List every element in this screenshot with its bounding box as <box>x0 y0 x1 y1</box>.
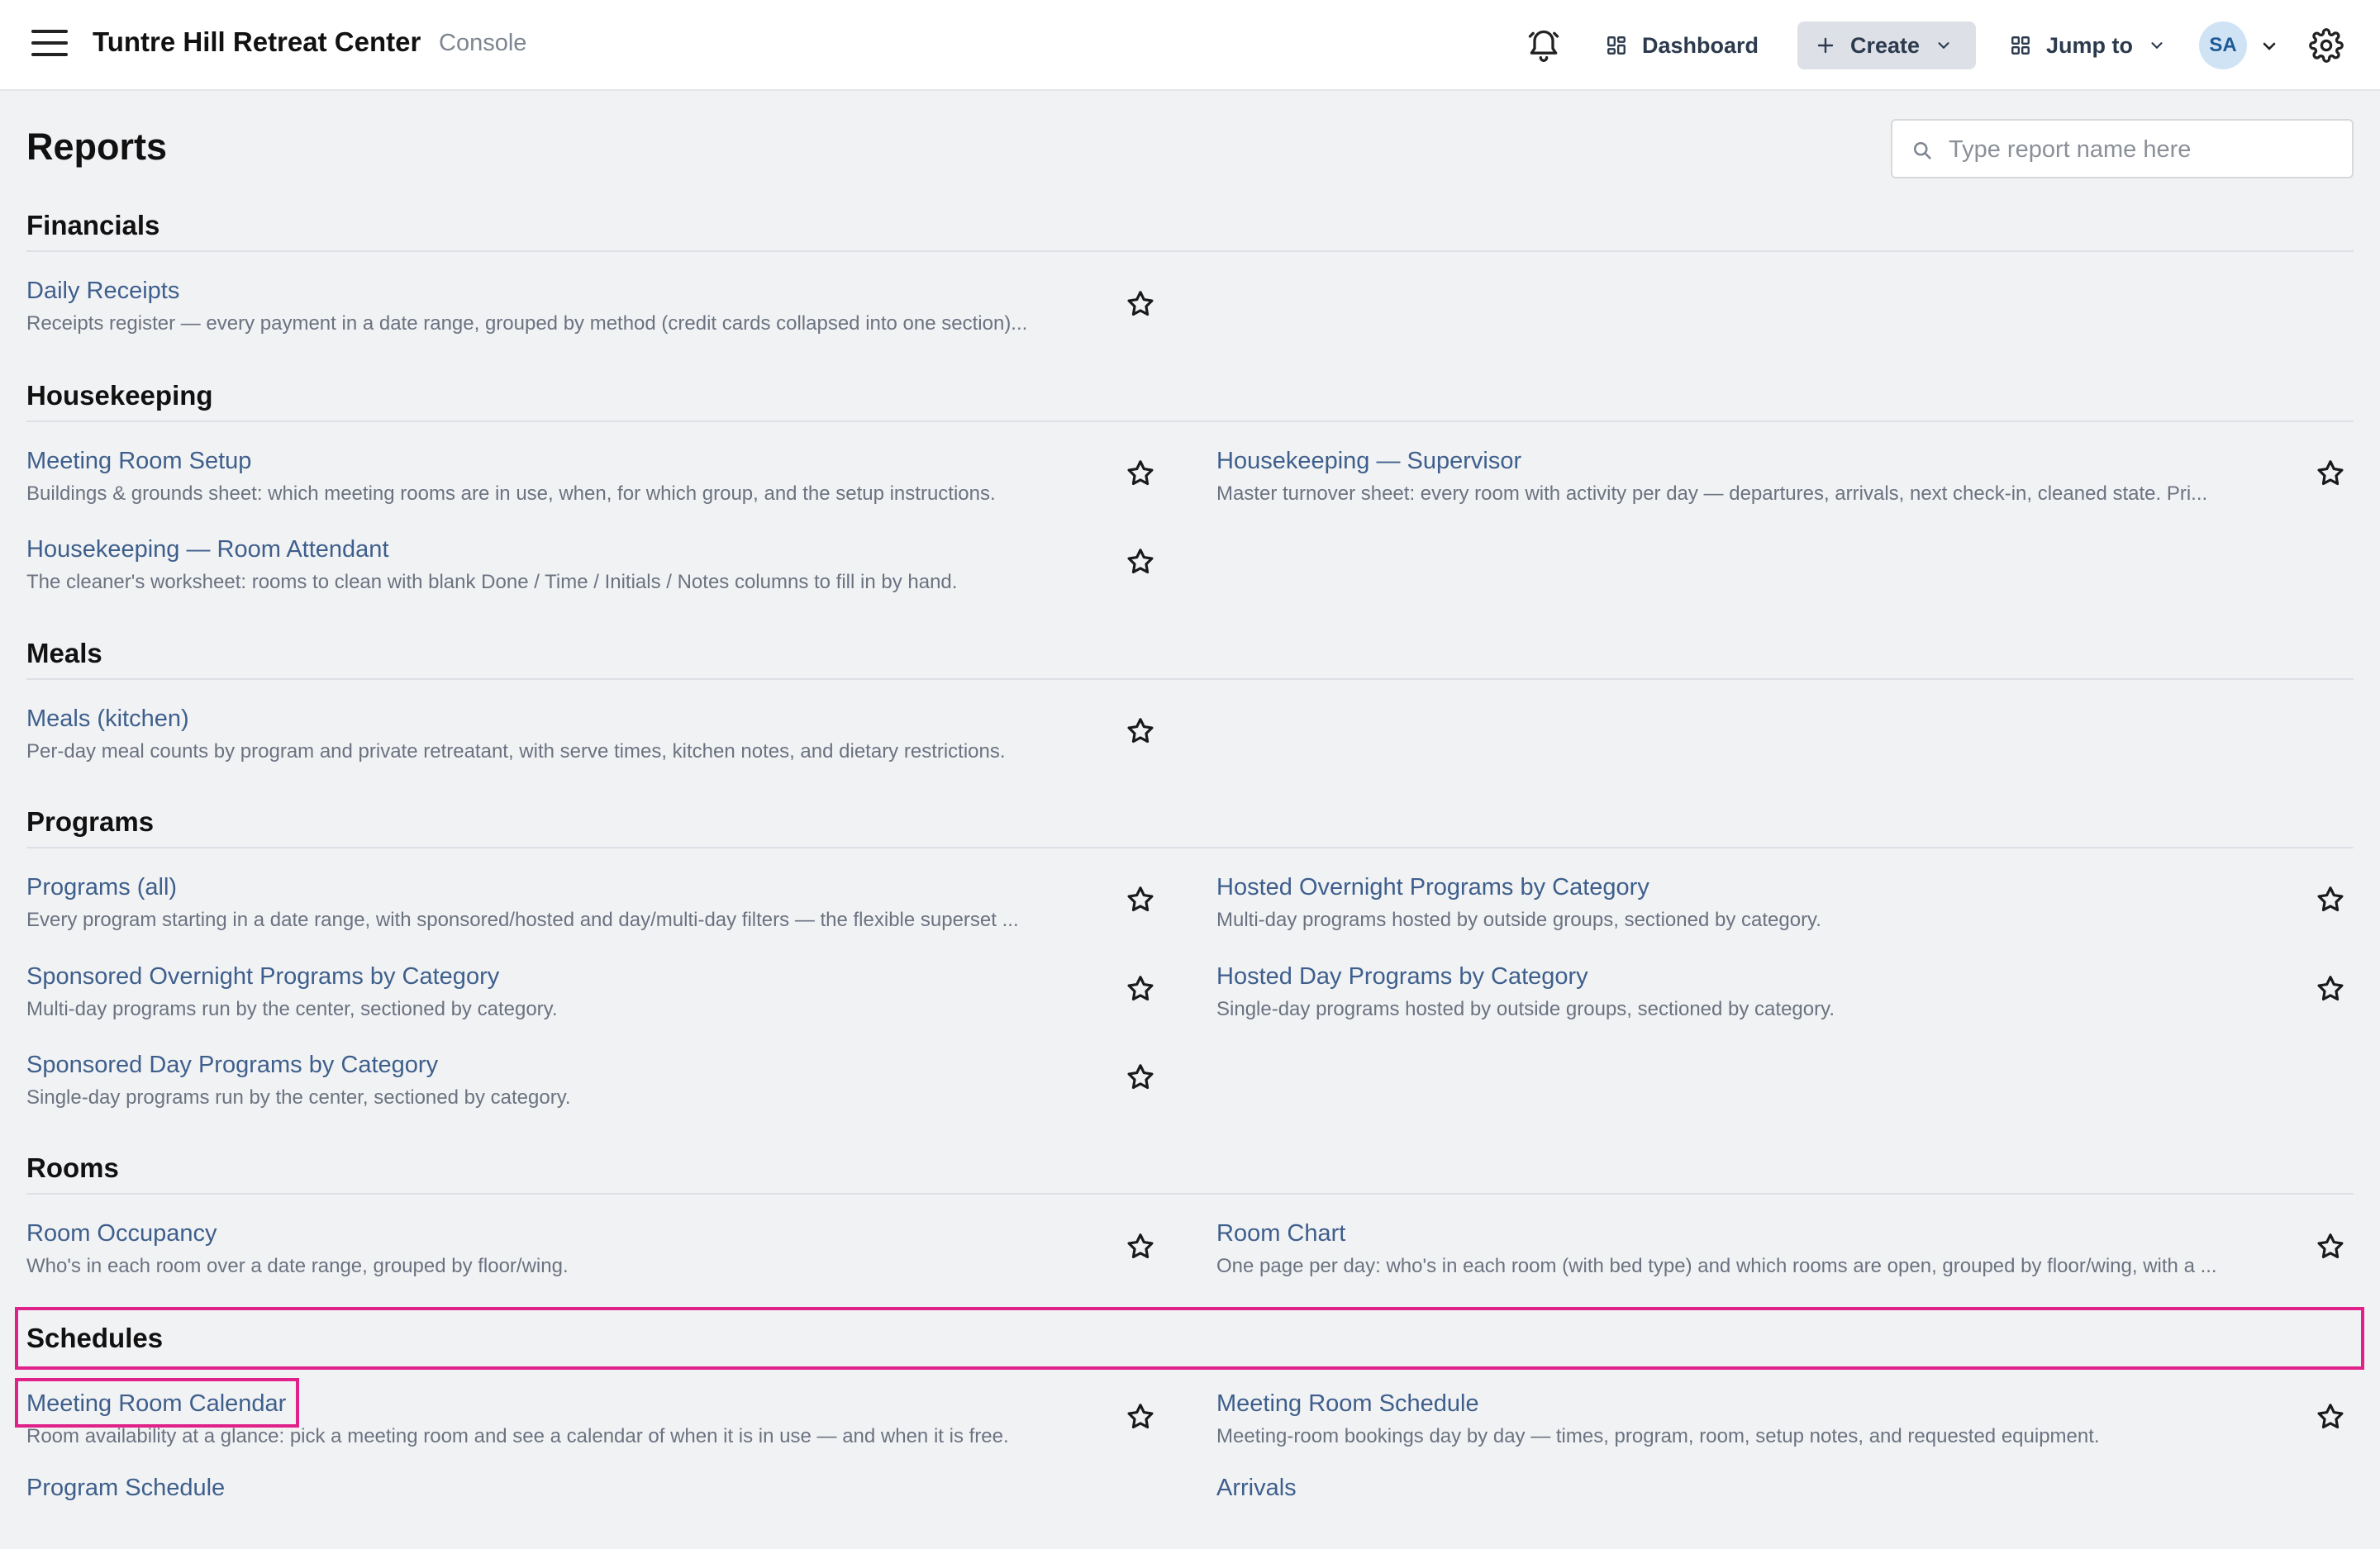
report-meeting-room-schedule: Meeting Room Schedule Meeting-room booki… <box>1216 1390 2316 1465</box>
bell-icon[interactable] <box>1526 27 1562 64</box>
report-title[interactable]: Room Chart <box>1216 1220 1345 1247</box>
section-divider <box>26 1193 2354 1195</box>
dashboard-label: Dashboard <box>1642 32 1759 58</box>
report-description: Receipts register — every payment in a d… <box>26 312 1028 335</box>
star-icon[interactable] <box>1125 1401 1156 1433</box>
report-description: Room availability at a glance: pick a me… <box>26 1425 1009 1447</box>
jump-to-label: Jump to <box>2046 32 2133 58</box>
section-title-rooms: Rooms <box>26 1152 119 1183</box>
report-title[interactable]: Room Occupancy <box>26 1220 217 1247</box>
star-icon[interactable] <box>2315 973 2346 1005</box>
report-description: Multi-day programs hosted by outside gro… <box>1216 909 1821 931</box>
gear-icon[interactable] <box>2309 28 2344 63</box>
section-divider <box>26 250 2354 252</box>
avatar[interactable]: SA <box>2199 21 2247 69</box>
report-description: Per-day meal counts by program and priva… <box>26 740 1006 763</box>
report-title[interactable]: Housekeeping — Supervisor <box>1216 448 1521 475</box>
section-title-schedules: Schedules <box>26 1323 164 1353</box>
chevron-down-icon <box>2151 42 2163 50</box>
report-sponsored-day-programs: Sponsored Day Programs by Category Singl… <box>26 1052 1126 1126</box>
top-bar: Tuntre Hill Retreat Center Console Dashb… <box>0 0 2380 91</box>
star-icon[interactable] <box>2315 1231 2346 1262</box>
report-description: Who's in each room over a date range, gr… <box>26 1255 569 1277</box>
report-description: Multi-day programs run by the center, se… <box>26 998 558 1020</box>
report-description: Every program starting in a date range, … <box>26 909 1019 931</box>
report-title[interactable]: Meeting Room Schedule <box>1216 1390 1479 1418</box>
star-icon[interactable] <box>1125 1231 1156 1262</box>
report-sponsored-overnight-programs: Sponsored Overnight Programs by Category… <box>26 963 1126 1038</box>
report-arrivals: Arrivals <box>1216 1475 2316 1549</box>
section-title-financials: Financials <box>26 210 160 240</box>
report-title[interactable]: Meeting Room Calendar <box>26 1390 286 1418</box>
menu-icon[interactable] <box>31 30 68 59</box>
section-highlight <box>15 1307 2364 1370</box>
plus-icon <box>1817 37 1834 54</box>
chevron-down-icon[interactable] <box>2259 36 2279 56</box>
star-icon[interactable] <box>1125 1062 1156 1093</box>
jump-to-button[interactable]: Jump to <box>2010 21 2166 69</box>
report-description: One page per day: who's in each room (wi… <box>1216 1255 2217 1277</box>
create-label: Create <box>1850 32 1921 58</box>
report-description: Master turnover sheet: every room with a… <box>1216 482 2208 505</box>
section-divider <box>26 847 2354 848</box>
page-title: Reports <box>26 126 168 168</box>
star-icon[interactable] <box>2315 458 2346 489</box>
search-icon <box>1913 141 1931 159</box>
report-search[interactable] <box>1891 119 2354 178</box>
report-title[interactable]: Hosted Overnight Programs by Category <box>1216 874 1649 901</box>
search-input[interactable] <box>1947 129 2339 170</box>
apps-icon <box>2011 36 2030 55</box>
star-icon[interactable] <box>1125 546 1156 577</box>
report-housekeeping-supervisor: Housekeeping — Supervisor Master turnove… <box>1216 448 2316 522</box>
report-title[interactable]: Hosted Day Programs by Category <box>1216 963 1588 991</box>
report-title[interactable]: Arrivals <box>1216 1475 1297 1502</box>
report-room-chart: Room Chart One page per day: who's in ea… <box>1216 1220 2316 1295</box>
report-program-schedule: Program Schedule <box>26 1475 1126 1549</box>
report-meeting-room-calendar: Meeting Room Calendar Room availability … <box>26 1390 1126 1465</box>
report-daily-receipts: Daily Receipts Receipts register — every… <box>26 278 1126 352</box>
report-title[interactable]: Meeting Room Setup <box>26 448 251 475</box>
star-icon[interactable] <box>1125 973 1156 1005</box>
star-icon[interactable] <box>1125 884 1156 915</box>
report-title[interactable]: Programs (all) <box>26 874 177 901</box>
chevron-down-icon <box>1938 42 1949 50</box>
report-title[interactable]: Program Schedule <box>26 1475 225 1502</box>
app-title[interactable]: Tuntre Hill Retreat Center <box>93 26 421 58</box>
section-title-meals: Meals <box>26 638 102 668</box>
report-description: Meeting-room bookings day by day — times… <box>1216 1425 2100 1447</box>
report-meals-kitchen: Meals (kitchen) Per-day meal counts by p… <box>26 706 1126 780</box>
section-title-programs: Programs <box>26 806 155 837</box>
report-hosted-overnight-programs: Hosted Overnight Programs by Category Mu… <box>1216 874 2316 948</box>
report-description: Single-day programs run by the center, s… <box>26 1086 571 1109</box>
app-subtitle: Console <box>439 30 527 56</box>
section-title-housekeeping: Housekeeping <box>26 380 213 411</box>
star-icon[interactable] <box>2315 1401 2346 1433</box>
report-description: Buildings & grounds sheet: which meeting… <box>26 482 996 505</box>
dashboard-button[interactable]: Dashboard <box>1606 21 1759 69</box>
star-icon[interactable] <box>1125 288 1156 320</box>
star-icon[interactable] <box>1125 458 1156 489</box>
report-meeting-room-setup: Meeting Room Setup Buildings & grounds s… <box>26 448 1126 522</box>
report-title[interactable]: Housekeeping — Room Attendant <box>26 536 389 563</box>
section-divider <box>26 678 2354 680</box>
report-room-occupancy: Room Occupancy Who's in each room over a… <box>26 1220 1126 1295</box>
report-description: The cleaner's worksheet: rooms to clean … <box>26 571 958 593</box>
report-hosted-day-programs: Hosted Day Programs by Category Single-d… <box>1216 963 2316 1038</box>
create-button[interactable]: Create <box>1797 21 1976 69</box>
report-programs-all: Programs (all) Every program starting in… <box>26 874 1126 948</box>
section-divider <box>26 421 2354 422</box>
report-title[interactable]: Sponsored Day Programs by Category <box>26 1052 438 1079</box>
report-title[interactable]: Meals (kitchen) <box>26 706 189 733</box>
report-title[interactable]: Sponsored Overnight Programs by Category <box>26 963 499 991</box>
report-title[interactable]: Daily Receipts <box>26 278 179 305</box>
dashboard-icon <box>1607 36 1626 55</box>
star-icon[interactable] <box>1125 715 1156 747</box>
star-icon[interactable] <box>2315 884 2346 915</box>
report-housekeeping-room-attendant: Housekeeping — Room Attendant The cleane… <box>26 536 1126 611</box>
report-description: Single-day programs hosted by outside gr… <box>1216 998 1835 1020</box>
